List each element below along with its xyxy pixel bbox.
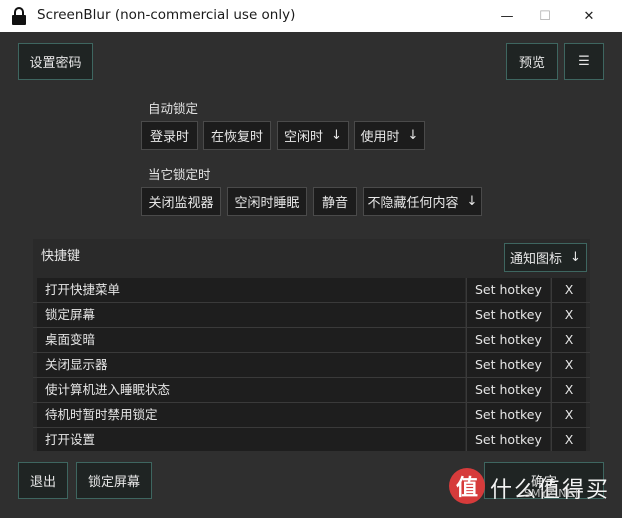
hide-content-dropdown[interactable]: 不隐藏任何内容 ↓ xyxy=(363,187,482,216)
hotkey-row: 使计算机进入睡眠状态 Set hotkey X xyxy=(33,378,590,403)
set-hotkey-button[interactable]: Set hotkey xyxy=(466,378,550,402)
clear-hotkey-button[interactable]: X xyxy=(551,303,586,327)
set-hotkey-button[interactable]: Set hotkey xyxy=(466,328,550,352)
when-locked-label: 当它锁定时 xyxy=(148,167,211,182)
close-icon: ✕ xyxy=(583,8,595,24)
on-resume-button[interactable]: 在恢复时 xyxy=(203,121,271,150)
arrow-down-icon: ↓ xyxy=(570,250,581,265)
clear-hotkey-button[interactable]: X xyxy=(551,403,586,427)
hotkey-row: 打开快捷菜单 Set hotkey X xyxy=(33,278,590,303)
set-hotkey-button[interactable]: Set hotkey xyxy=(466,353,550,377)
lock-screen-button[interactable]: 锁定屏幕 xyxy=(76,462,152,499)
clear-hotkey-button[interactable]: X xyxy=(551,328,586,352)
arrow-down-icon: ↓ xyxy=(407,128,419,143)
auto-lock-label: 自动锁定 xyxy=(148,101,199,116)
hotkey-row: 待机时暂时禁用锁定 Set hotkey X xyxy=(33,403,590,428)
title-bar: ScreenBlur (non-commercial use only) — ☐… xyxy=(0,0,622,33)
hotkey-action-name: 桌面变暗 xyxy=(37,328,465,352)
set-hotkey-button[interactable]: Set hotkey xyxy=(466,428,550,451)
menu-button[interactable]: ☰ xyxy=(564,43,604,80)
hamburger-icon: ☰ xyxy=(578,54,590,69)
lock-icon xyxy=(12,7,26,25)
clear-hotkey-button[interactable]: X xyxy=(551,353,586,377)
on-idle-label: 空闲时 xyxy=(284,130,324,145)
notify-icon-dropdown[interactable]: 通知图标 ↓ xyxy=(504,243,587,272)
minimize-icon: — xyxy=(500,8,514,24)
window-title: ScreenBlur (non-commercial use only) xyxy=(37,7,296,23)
hotkeys-table: 打开快捷菜单 Set hotkey X 锁定屏幕 Set hotkey X 桌面… xyxy=(33,278,590,451)
on-use-dropdown[interactable]: 使用时 ↓ xyxy=(354,121,425,150)
hotkey-action-name: 待机时暂时禁用锁定 xyxy=(37,403,465,427)
hotkey-action-name: 打开设置 xyxy=(37,428,465,451)
clear-hotkey-button[interactable]: X xyxy=(551,278,586,302)
app-body: 设置密码 预览 ☰ 自动锁定 登录时 在恢复时 空闲时 ↓ 使用时 ↓ 当它锁定… xyxy=(0,32,622,518)
maximize-button[interactable]: ☐ xyxy=(522,0,568,32)
hotkey-action-name: 锁定屏幕 xyxy=(37,303,465,327)
arrow-down-icon: ↓ xyxy=(331,128,342,143)
watermark-sub: SMYZ.NET xyxy=(524,487,581,500)
hotkeys-panel: 快捷键 通知图标 ↓ 打开快捷菜单 Set hotkey X 锁定屏幕 Set … xyxy=(33,239,590,451)
mute-button[interactable]: 静音 xyxy=(313,187,357,216)
clear-hotkey-button[interactable]: X xyxy=(551,378,586,402)
hotkey-row: 锁定屏幕 Set hotkey X xyxy=(33,303,590,328)
sleep-when-idle-button[interactable]: 空闲时睡眠 xyxy=(227,187,307,216)
maximize-icon: ☐ xyxy=(539,8,551,24)
turn-off-monitor-button[interactable]: 关闭监视器 xyxy=(141,187,221,216)
hotkeys-title: 快捷键 xyxy=(41,249,81,264)
set-hotkey-button[interactable]: Set hotkey xyxy=(466,403,550,427)
exit-button[interactable]: 退出 xyxy=(18,462,68,499)
set-password-button[interactable]: 设置密码 xyxy=(18,43,93,80)
hide-content-label: 不隐藏任何内容 xyxy=(367,196,459,211)
preview-button[interactable]: 预览 xyxy=(506,43,558,80)
watermark-logo: 值 xyxy=(449,468,485,504)
hotkey-action-name: 关闭显示器 xyxy=(37,353,465,377)
arrow-down-icon: ↓ xyxy=(466,194,478,209)
hotkey-action-name: 打开快捷菜单 xyxy=(37,278,465,302)
clear-hotkey-button[interactable]: X xyxy=(551,428,586,451)
on-use-label: 使用时 xyxy=(360,130,400,145)
on-idle-dropdown[interactable]: 空闲时 ↓ xyxy=(277,121,349,150)
hotkey-action-name: 使计算机进入睡眠状态 xyxy=(37,378,465,402)
notify-icon-label: 通知图标 xyxy=(510,252,563,267)
hotkey-row: 打开设置 Set hotkey X xyxy=(33,428,590,451)
set-hotkey-button[interactable]: Set hotkey xyxy=(466,278,550,302)
set-hotkey-button[interactable]: Set hotkey xyxy=(466,303,550,327)
on-login-button[interactable]: 登录时 xyxy=(141,121,198,150)
hotkey-row: 桌面变暗 Set hotkey X xyxy=(33,328,590,353)
close-button[interactable]: ✕ xyxy=(566,0,612,32)
hotkey-row: 关闭显示器 Set hotkey X xyxy=(33,353,590,378)
